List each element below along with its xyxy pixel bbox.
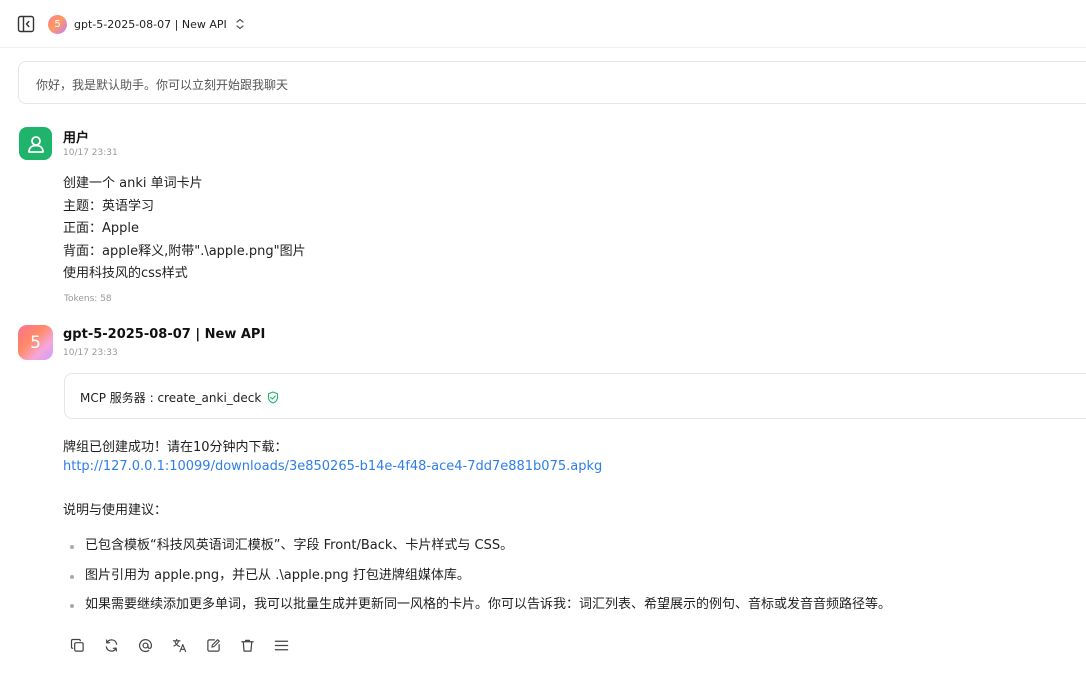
assistant-prompt-text: 你好，我是默认助手。你可以立刻开始跟我聊天 (36, 78, 289, 92)
assistant-prompt-box: 你好，我是默认助手。你可以立刻开始跟我聊天 (18, 61, 1086, 104)
user-message-body: 创建一个 anki 单词卡片 主题：英语学习 正面：Apple 背面：apple… (63, 173, 306, 286)
delete-icon (241, 639, 254, 652)
menu-icon (274, 640, 289, 650)
token-count: Tokens: 58 (64, 294, 112, 304)
notes-heading: 说明与使用建议： (63, 503, 168, 518)
assistant-timestamp: 10/17 23:33 (63, 348, 118, 358)
chevron-up-down-icon (236, 18, 244, 30)
user-message-line: 正面：Apple (63, 221, 140, 236)
tool-call-label-row: MCP 服务器 : create_anki_deck (80, 389, 279, 406)
regenerate-button[interactable] (102, 636, 136, 654)
copy-icon (70, 638, 84, 652)
user-sender-name: 用户 (63, 131, 90, 146)
message-actions (68, 636, 306, 654)
list-item: 已包含模板“科技风英语词汇模板”、字段 Front/Back、卡片样式与 CSS… (68, 535, 891, 565)
model-avatar: 5 (18, 325, 53, 360)
delete-button[interactable] (238, 636, 272, 654)
mention-button[interactable] (136, 636, 170, 654)
edit-button[interactable] (204, 636, 238, 654)
success-message: 牌组已创建成功！请在10分钟内下载： (63, 440, 288, 455)
user-icon (27, 135, 44, 153)
user-message-line: 创建一个 anki 单词卡片 (63, 176, 203, 191)
translate-icon (172, 638, 187, 652)
tool-call-card[interactable]: MCP 服务器 : create_anki_deck (64, 373, 1086, 419)
mention-icon (139, 638, 153, 652)
user-message-line: 主题：英语学习 (63, 198, 155, 214)
model-selector[interactable]: 5 gpt-5-2025-08-07 | New API (48, 14, 245, 34)
assistant-sender-name: gpt-5-2025-08-07 | New API (63, 327, 266, 342)
download-link[interactable]: http://127.0.0.1:10099/downloads/3e85026… (63, 459, 602, 474)
shield-check-icon (268, 391, 279, 404)
user-message-line: 背面：apple释义,附带".\apple.png"图片 (63, 243, 306, 259)
model-name: gpt-5-2025-08-07 | New API (74, 17, 227, 31)
notes-list: 已包含模板“科技风英语词汇模板”、字段 Front/Back、卡片样式与 CSS… (68, 535, 891, 624)
copy-button[interactable] (68, 636, 102, 654)
regenerate-icon (105, 638, 118, 652)
list-item: 如果需要继续添加更多单词，我可以批量生成并更新同一风格的卡片。你可以告诉我：词汇… (68, 594, 891, 624)
tool-call-label: MCP 服务器 : create_anki_deck (80, 391, 262, 405)
list-item: 图片引用为 apple.png，并已从 .\apple.png 打包进牌组媒体库… (68, 565, 891, 595)
user-timestamp: 10/17 23:31 (63, 148, 118, 158)
model-avatar-small: 5 (48, 14, 67, 34)
user-message-line: 使用科技风的css样式 (63, 266, 188, 281)
translate-button[interactable] (170, 636, 204, 654)
more-menu-button[interactable] (272, 636, 306, 654)
top-bar: 5 gpt-5-2025-08-07 | New API (0, 0, 1086, 48)
user-avatar (19, 127, 52, 160)
sidebar-toggle-icon[interactable] (17, 15, 35, 33)
edit-icon (207, 638, 220, 652)
